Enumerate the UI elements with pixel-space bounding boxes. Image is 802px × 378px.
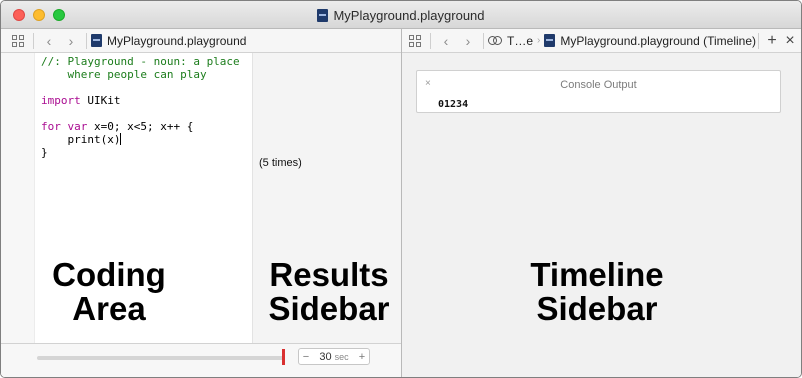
code-line: //: Playground - noun: a place — [41, 55, 240, 68]
timeline-slider-thumb[interactable] — [282, 349, 285, 365]
timeline-crumb[interactable]: T…e — [488, 34, 533, 48]
right-jump-bar: ‹ › T…e › MyPlayground.playground (Timel… — [402, 29, 801, 53]
grid-icon — [409, 34, 421, 47]
timeline-slider[interactable] — [37, 356, 284, 360]
console-output-panel: × Console Output 01234 — [416, 70, 781, 113]
line-number-gutter — [1, 53, 35, 343]
console-title: Console Output — [560, 79, 637, 91]
timeline-scrubber-bar: − 30 sec + — [1, 343, 401, 377]
timeline-pane: ‹ › T…e › MyPlayground.playground (Timel… — [402, 29, 801, 377]
assistant-editor-icon — [488, 35, 502, 47]
duration-increase-button[interactable]: + — [355, 351, 369, 363]
code-line: where people can play — [41, 68, 207, 81]
code-line-for: for var x=0; x<5; x++ { — [41, 120, 194, 133]
title-bar: MyPlayground.playground — [1, 1, 801, 29]
left-jump-bar: ‹ › MyPlayground.playground — [1, 29, 401, 53]
left-editor-pane: ‹ › MyPlayground.playground //: Playgrou… — [1, 29, 401, 377]
breadcrumb-chevron-icon: › — [537, 35, 541, 46]
back-button[interactable]: ‹ — [38, 30, 60, 52]
forward-button[interactable]: › — [457, 30, 479, 52]
coding-area-label: Coding Area — [52, 256, 166, 327]
text-cursor — [120, 133, 122, 145]
forward-button[interactable]: › — [60, 30, 82, 52]
code-line-print: print(x) — [41, 133, 122, 146]
playground-file-icon — [317, 8, 329, 22]
timeline-sidebar-label: Timeline Sidebar — [530, 256, 664, 327]
related-items-button[interactable] — [7, 30, 29, 52]
duration-stepper: − 30 sec + — [298, 348, 370, 365]
duration-value: 30 sec — [319, 350, 349, 363]
duration-decrease-button[interactable]: − — [299, 351, 313, 363]
code-line: } — [41, 146, 48, 159]
window-title: MyPlayground.playground — [333, 7, 485, 23]
playground-window: MyPlayground.playground ‹ › MyPlayground… — [0, 0, 802, 378]
code-editor[interactable]: //: Playground - noun: a place where peo… — [41, 55, 251, 159]
right-jump-bar-file[interactable]: MyPlayground.playground (Timeline) — [544, 34, 756, 48]
playground-file-icon — [91, 34, 102, 47]
related-items-button[interactable] — [404, 30, 426, 52]
results-sidebar-label: Results Sidebar — [268, 256, 390, 327]
grid-icon — [12, 34, 24, 47]
result-value[interactable]: (5 times) — [259, 157, 302, 169]
back-button[interactable]: ‹ — [435, 30, 457, 52]
right-jump-bar-file-label: MyPlayground.playground (Timeline) — [560, 33, 757, 48]
timeline-crumb-label: T…e — [507, 33, 534, 48]
duration-unit: sec — [334, 351, 349, 362]
close-editor-button[interactable]: × — [783, 30, 797, 52]
code-line-import: import UIKit — [41, 94, 121, 107]
left-jump-bar-file-label: MyPlayground.playground — [107, 33, 247, 48]
console-output-text: 01234 — [438, 99, 469, 110]
left-jump-bar-file[interactable]: MyPlayground.playground — [91, 34, 246, 48]
playground-file-icon — [544, 34, 556, 47]
add-editor-button[interactable]: + — [765, 30, 779, 52]
